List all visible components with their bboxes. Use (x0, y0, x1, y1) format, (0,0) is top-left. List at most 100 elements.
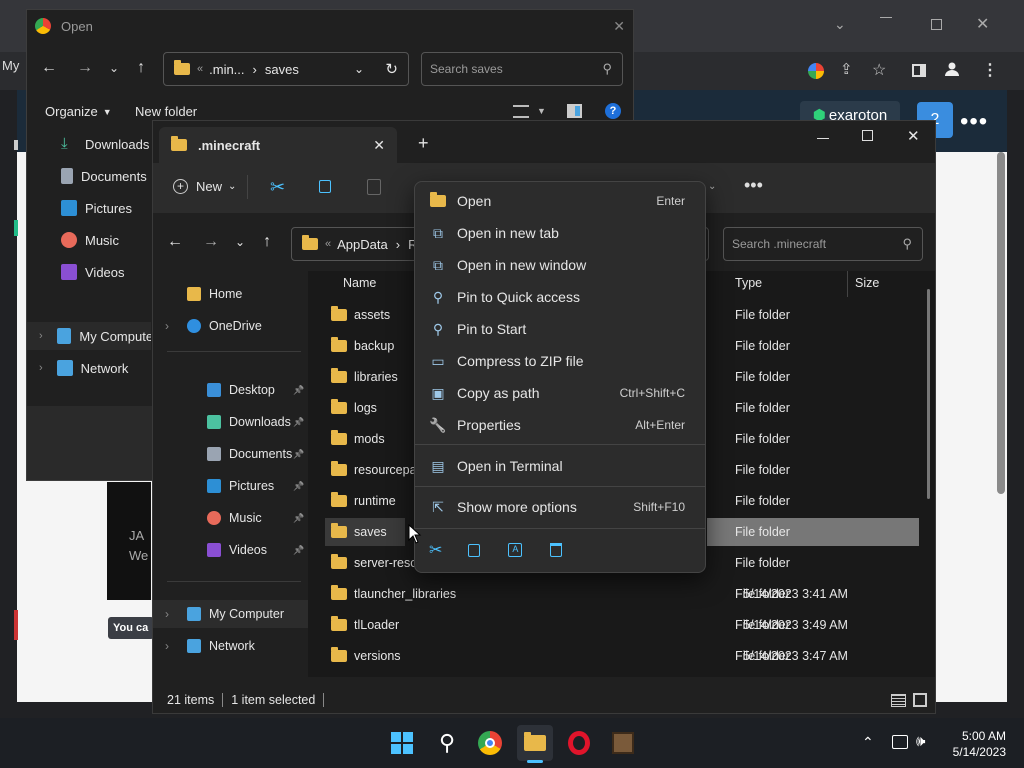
share-icon[interactable]: ⇪ (840, 60, 853, 78)
search-icon[interactable]: ⚲ (429, 725, 465, 761)
menu-item-open-in-new-window[interactable]: ⧉ Open in new window (421, 250, 699, 280)
sidebar-item-documents[interactable]: Documents (27, 162, 151, 190)
details-view-icon[interactable] (891, 694, 906, 707)
see-more-icon[interactable]: ••• (744, 175, 763, 196)
file-type[interactable]: File folder (707, 487, 919, 515)
chevron-right-icon[interactable]: › (165, 319, 169, 333)
sidebar-icon[interactable] (912, 64, 926, 77)
pin-icon[interactable]: 📌 (293, 513, 304, 524)
sidebar-item-downloads[interactable]: ⤓ Downloads (27, 130, 151, 158)
chevron-down-icon[interactable]: ⌄ (235, 235, 245, 249)
sidebar-item-desktop[interactable]: Desktop 📌 (153, 376, 308, 404)
back-icon[interactable]: ← (41, 59, 57, 77)
pin-icon[interactable]: 📌 (293, 385, 304, 396)
more-options-icon[interactable]: ••• (960, 108, 988, 136)
dialog-search-input[interactable]: Search saves ⚲ (421, 52, 623, 86)
menu-icon[interactable]: ⋮ (982, 60, 998, 80)
path-segment[interactable]: saves (265, 62, 299, 77)
start-icon[interactable] (384, 725, 420, 761)
chevron-down-icon[interactable]: ⌄ (109, 61, 119, 75)
opera-icon[interactable] (561, 725, 597, 761)
menu-item-compress-to-zip-file[interactable]: ▭ Compress to ZIP file (421, 346, 699, 376)
sidebar-item-pictures[interactable]: Pictures (27, 194, 151, 222)
rename-icon[interactable]: A (508, 543, 523, 557)
sidebar-item-my-computer[interactable]: › My Computer (27, 322, 151, 350)
sidebar-item-documents[interactable]: Documents 📌 (153, 440, 308, 468)
file-explorer-icon[interactable] (517, 725, 553, 761)
file-type[interactable]: File folder (707, 394, 919, 422)
tiles-view-icon[interactable] (913, 693, 927, 707)
pin-icon[interactable]: 📌 (293, 545, 304, 556)
preview-pane-icon[interactable] (567, 104, 582, 118)
maximize-icon[interactable] (931, 19, 942, 30)
dialog-address-bar[interactable]: « .min... › saves ⌄ ↻ (163, 52, 409, 86)
profile-icon[interactable] (945, 62, 959, 76)
network-status-icon[interactable] (892, 735, 908, 749)
cut-icon[interactable]: ✂ (270, 177, 285, 198)
sidebar-item-videos[interactable]: Videos (27, 258, 151, 286)
file-type[interactable]: File folder (707, 518, 919, 546)
file-type[interactable]: File folder (707, 549, 919, 577)
forward-icon[interactable]: → (77, 59, 93, 77)
pin-icon[interactable]: 📌 (293, 417, 304, 428)
menu-item-pin-to-quick-access[interactable]: ⚲ Pin to Quick access (421, 282, 699, 312)
chevron-up-icon[interactable]: ⌃ (862, 734, 874, 751)
forward-icon[interactable]: → (203, 233, 219, 251)
scrollbar[interactable] (927, 289, 930, 499)
file-type[interactable]: File folder (707, 580, 919, 608)
column-size[interactable]: Size (855, 276, 879, 290)
chevron-down-icon[interactable]: ⌄ (354, 62, 364, 76)
sidebar-item-onedrive[interactable]: › OneDrive (153, 312, 308, 340)
minimize-icon[interactable] (817, 138, 829, 139)
file-type[interactable]: File folder (707, 425, 919, 453)
sidebar-item-music[interactable]: Music (27, 226, 151, 254)
close-tab-icon[interactable]: ✕ (373, 137, 385, 154)
copy-icon[interactable] (468, 543, 481, 557)
volume-icon[interactable]: 🕪 (916, 733, 925, 750)
menu-item-copy-as-path[interactable]: ▣ Copy as path Ctrl+Shift+C (421, 378, 699, 408)
new-folder-button[interactable]: New folder (135, 104, 197, 119)
pin-icon[interactable]: 📌 (293, 449, 304, 460)
path-segment[interactable]: AppData (337, 237, 388, 252)
google-icon[interactable] (808, 63, 824, 79)
sidebar-item-home[interactable]: Home (153, 280, 308, 308)
path-segment[interactable]: .min... (209, 62, 244, 77)
copy-icon[interactable] (319, 180, 331, 193)
help-icon[interactable]: ? (605, 103, 621, 119)
minecraft-launcher-icon[interactable] (605, 725, 641, 761)
new-tab-icon[interactable]: + (418, 133, 429, 154)
new-button[interactable]: + New ⌄ (173, 179, 236, 194)
organize-button[interactable]: Organize ▼ (45, 104, 112, 119)
up-icon[interactable]: ↑ (263, 233, 271, 251)
view-icon[interactable] (513, 105, 529, 118)
file-type[interactable]: File folder (707, 642, 919, 670)
pin-icon[interactable]: 📌 (293, 481, 304, 492)
sidebar-item-downloads[interactable]: Downloads 📌 (153, 408, 308, 436)
sidebar-item-network[interactable]: › Network (153, 632, 308, 660)
chevron-down-icon[interactable]: ⌄ (708, 181, 716, 192)
chevron-right-icon[interactable]: › (39, 330, 43, 342)
maximize-icon[interactable] (862, 130, 873, 141)
minimize-icon[interactable] (880, 17, 892, 18)
chevron-down-icon[interactable]: ⌄ (834, 16, 846, 33)
chevron-right-icon[interactable]: › (165, 607, 169, 621)
chevron-right-icon[interactable]: › (165, 639, 169, 653)
menu-item-properties[interactable]: 🔧 Properties Alt+Enter (421, 410, 699, 440)
column-name[interactable]: Name (343, 276, 376, 290)
menu-item-open-in-terminal[interactable]: ▤ Open in Terminal (421, 451, 699, 481)
webpage-scrollbar[interactable] (997, 152, 1005, 494)
tab-minecraft[interactable]: .minecraft ✕ (159, 127, 397, 163)
up-icon[interactable]: ↑ (137, 59, 145, 77)
sidebar-item-music[interactable]: Music 📌 (153, 504, 308, 532)
column-divider[interactable] (847, 271, 848, 297)
refresh-icon[interactable]: ↻ (385, 60, 398, 78)
sidebar-item-videos[interactable]: Videos 📌 (153, 536, 308, 564)
star-icon[interactable]: ☆ (872, 60, 886, 80)
chevron-down-icon[interactable]: ▼ (537, 106, 546, 116)
menu-item-pin-to-start[interactable]: ⚲ Pin to Start (421, 314, 699, 344)
file-type[interactable]: File folder (707, 332, 919, 360)
column-type[interactable]: Type (735, 276, 762, 290)
menu-item-open-in-new-tab[interactable]: ⧉ Open in new tab (421, 218, 699, 248)
search-input[interactable]: Search .minecraft ⚲ (723, 227, 923, 261)
file-type[interactable]: File folder (707, 363, 919, 391)
